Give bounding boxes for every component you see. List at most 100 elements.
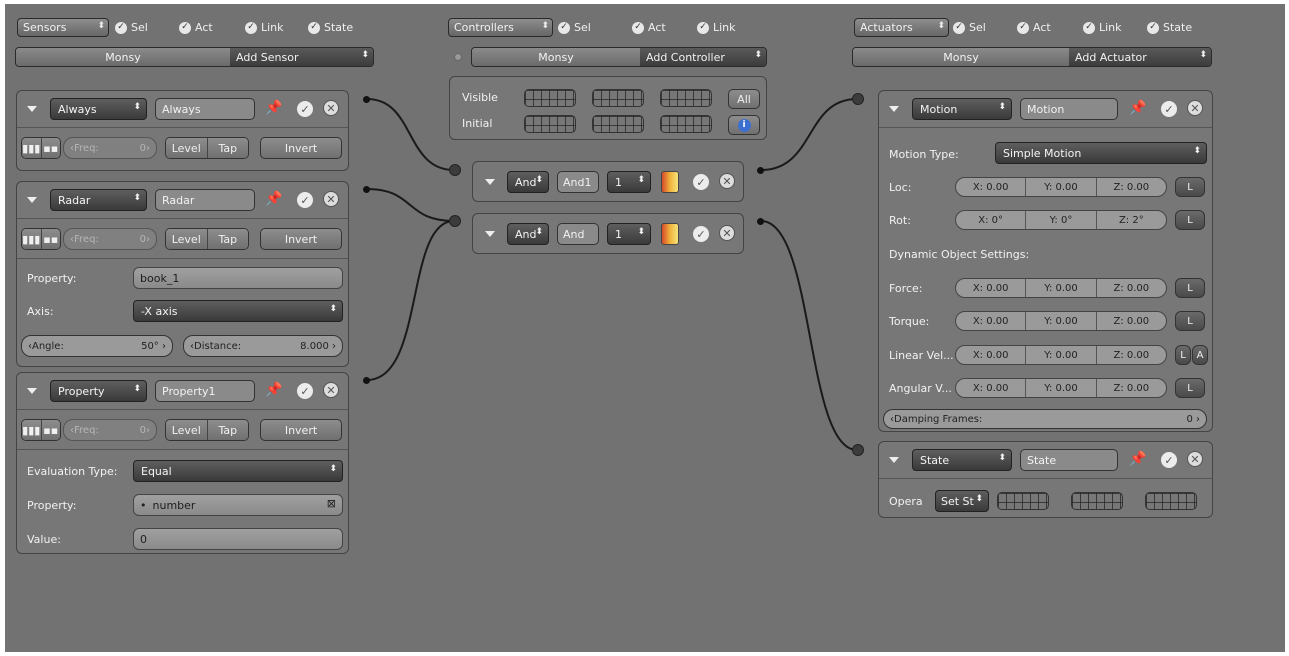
add-sensor-button[interactable]: Add Sensor ⬍: [230, 48, 373, 66]
actuators-sel-toggle[interactable]: ✓ Sel: [953, 18, 986, 37]
rot-vector[interactable]: X: 0° Y: 0° Z: 2°: [955, 210, 1167, 230]
collapse-triangle-icon[interactable]: [889, 106, 899, 112]
evaluation-type-dropdown[interactable]: Equal ⬍: [133, 460, 343, 482]
collapse-triangle-icon[interactable]: [889, 457, 899, 463]
pin-icon[interactable]: 📌: [1129, 451, 1146, 467]
linvel-y[interactable]: Y: 0.00: [1025, 346, 1095, 364]
check-icon[interactable]: ✓: [297, 383, 313, 399]
level-button[interactable]: Level: [166, 229, 207, 249]
angvel-local-toggle[interactable]: L: [1175, 378, 1205, 398]
force-local-toggle[interactable]: L: [1175, 278, 1205, 298]
initial-states-grid-1[interactable]: [524, 115, 576, 133]
loc-x[interactable]: X: 0.00: [956, 178, 1025, 196]
collapse-triangle-icon[interactable]: [485, 179, 495, 185]
loc-vector[interactable]: X: 0.00 Y: 0.00 Z: 0.00: [955, 177, 1167, 197]
tap-button[interactable]: Tap: [206, 229, 248, 249]
sensor-name-field[interactable]: Property1: [155, 380, 255, 402]
torque-z[interactable]: Z: 0.00: [1095, 312, 1166, 330]
controllers-link-toggle[interactable]: ✓ Link: [697, 18, 736, 37]
all-states-button[interactable]: All: [728, 89, 760, 109]
check-icon[interactable]: ✓: [693, 226, 709, 242]
controllers-act-toggle[interactable]: ✓ Act: [632, 18, 666, 37]
linvel-add-toggle[interactable]: A: [1192, 345, 1208, 365]
rot-y[interactable]: Y: 0°: [1025, 211, 1095, 229]
add-controller-button[interactable]: Add Controller ⬍: [640, 48, 766, 66]
sensors-sel-toggle[interactable]: ✓ Sel: [115, 18, 148, 37]
actuators-act-toggle[interactable]: ✓ Act: [1017, 18, 1051, 37]
sensor-type-dropdown[interactable]: Always ⬍: [50, 98, 147, 120]
check-icon[interactable]: ✓: [693, 174, 709, 190]
freq-field[interactable]: ‹ Freq: 0 ›: [63, 228, 157, 250]
controller-type-dropdown[interactable]: And ⬍: [507, 223, 549, 245]
distance-field[interactable]: ‹ Distance: 8.000 ›: [183, 335, 343, 357]
visible-states-grid-3[interactable]: [660, 89, 712, 107]
level-tap-toggle[interactable]: Level Tap: [165, 419, 249, 441]
state-mask-grid-1[interactable]: [997, 492, 1049, 510]
sensor-name-field[interactable]: Always: [155, 98, 255, 120]
angvel-x[interactable]: X: 0.00: [956, 379, 1025, 397]
check-icon[interactable]: ✓: [297, 192, 313, 208]
tap-button[interactable]: Tap: [206, 138, 248, 158]
collapse-triangle-icon[interactable]: [27, 388, 37, 394]
actuator-input-socket[interactable]: [852, 93, 864, 105]
linvel-local-toggle[interactable]: L: [1175, 345, 1191, 365]
pin-icon[interactable]: 📌: [1129, 100, 1146, 116]
add-actuator-button[interactable]: Add Actuator ⬍: [1069, 48, 1211, 66]
angle-field[interactable]: ‹ Angle: 50° ›: [21, 335, 173, 357]
visible-states-grid-2[interactable]: [592, 89, 644, 107]
force-y[interactable]: Y: 0.00: [1025, 279, 1095, 297]
actuator-type-dropdown[interactable]: Motion ⬍: [912, 98, 1012, 120]
pin-icon[interactable]: 📌: [265, 100, 282, 116]
controller-input-socket[interactable]: [449, 215, 461, 227]
controller-output-socket[interactable]: [757, 218, 764, 225]
force-vector[interactable]: X: 0.00 Y: 0.00 Z: 0.00: [955, 278, 1167, 298]
rot-x[interactable]: X: 0°: [956, 211, 1025, 229]
level-tap-toggle[interactable]: Level Tap: [165, 228, 249, 250]
sensor-name-field[interactable]: Radar: [155, 189, 255, 211]
collapse-triangle-icon[interactable]: [485, 231, 495, 237]
invert-button[interactable]: Invert: [260, 137, 342, 159]
close-icon[interactable]: ✕: [1187, 100, 1203, 116]
sensors-object-name[interactable]: Monsy: [16, 48, 230, 66]
pin-icon[interactable]: 📌: [265, 382, 282, 398]
property-field[interactable]: book_1: [133, 267, 343, 289]
actuator-input-socket[interactable]: [852, 444, 864, 456]
force-x[interactable]: X: 0.00: [956, 279, 1025, 297]
pulse-true-icon[interactable]: ▮▮▮: [22, 229, 41, 249]
actuators-link-toggle[interactable]: ✓ Link: [1083, 18, 1122, 37]
controllers-sel-toggle[interactable]: ✓ Sel: [558, 18, 591, 37]
torque-x[interactable]: X: 0.00: [956, 312, 1025, 330]
level-button[interactable]: Level: [166, 420, 207, 440]
close-icon[interactable]: ✕: [323, 191, 339, 207]
controller-name-field[interactable]: And: [557, 223, 599, 245]
state-info-button[interactable]: i: [728, 115, 760, 135]
actuator-type-dropdown[interactable]: State ⬍: [912, 449, 1012, 471]
actuators-menu[interactable]: Actuators ⬍: [854, 18, 949, 37]
torque-local-toggle[interactable]: L: [1175, 311, 1205, 331]
close-icon[interactable]: ✕: [719, 173, 735, 189]
angvel-z[interactable]: Z: 0.00: [1095, 379, 1166, 397]
controller-state-dropdown[interactable]: 1 ⬍: [607, 171, 651, 193]
bookmark-icon[interactable]: [661, 171, 679, 193]
actuator-name-field[interactable]: Motion: [1020, 98, 1118, 120]
check-icon[interactable]: ✓: [1161, 452, 1177, 468]
motion-type-dropdown[interactable]: Simple Motion ⬍: [995, 142, 1207, 164]
controllers-object-name[interactable]: Monsy: [472, 48, 640, 66]
loc-y[interactable]: Y: 0.00: [1025, 178, 1095, 196]
actuator-name-field[interactable]: State: [1020, 449, 1118, 471]
close-icon[interactable]: ✕: [323, 382, 339, 398]
controller-state-dot[interactable]: [454, 53, 462, 61]
sensor-type-dropdown[interactable]: Radar ⬍: [50, 189, 147, 211]
level-button[interactable]: Level: [166, 138, 207, 158]
state-mask-grid-3[interactable]: [1145, 492, 1197, 510]
loc-local-toggle[interactable]: L: [1175, 177, 1205, 197]
collapse-triangle-icon[interactable]: [27, 106, 37, 112]
bookmark-icon[interactable]: [661, 223, 679, 245]
controllers-menu[interactable]: Controllers ⬍: [448, 18, 553, 37]
invert-button[interactable]: Invert: [260, 419, 342, 441]
sensor-output-socket[interactable]: [363, 186, 370, 193]
freq-field[interactable]: ‹ Freq: 0 ›: [63, 137, 157, 159]
state-mask-grid-2[interactable]: [1071, 492, 1123, 510]
close-icon[interactable]: ✕: [719, 225, 735, 241]
collapse-triangle-icon[interactable]: [27, 197, 37, 203]
